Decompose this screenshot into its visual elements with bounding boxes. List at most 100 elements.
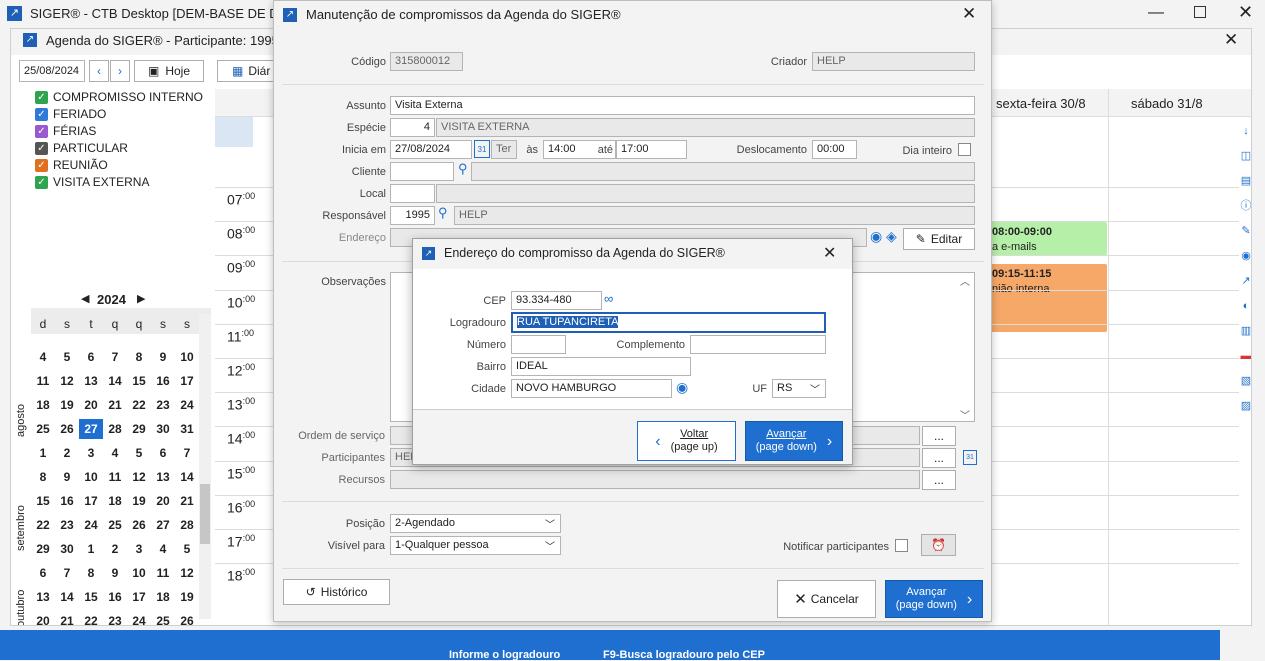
editar-button[interactable]: ✎ Editar <box>903 228 975 250</box>
cep-input[interactable]: 93.334-480 <box>511 291 602 310</box>
category-item[interactable]: ✓ FÉRIAS <box>35 124 203 141</box>
day-view-button[interactable]: ▦ Diár <box>217 60 277 82</box>
calendar-day[interactable]: 22 <box>127 395 151 415</box>
calendar-day[interactable]: 8 <box>127 347 151 367</box>
calendar-day[interactable]: 28 <box>175 515 199 535</box>
calendar-day[interactable]: 30 <box>55 539 79 559</box>
local-input[interactable] <box>390 184 435 203</box>
calendar-event[interactable]: 09:15-11:15nião interna <box>986 264 1107 332</box>
calendar-day[interactable]: 6 <box>31 563 55 583</box>
participantes-calendar-icon[interactable]: 31 <box>963 450 977 465</box>
category-item[interactable]: ✓ VISITA EXTERNA <box>35 175 203 192</box>
checkbox-checked-icon[interactable]: ✓ <box>35 125 48 139</box>
calendar-day[interactable]: 11 <box>151 563 175 583</box>
calendar-day[interactable]: 8 <box>31 467 55 487</box>
calendar-day[interactable]: 14 <box>55 587 79 607</box>
calendar-day[interactable]: 24 <box>127 611 151 625</box>
calendar-event[interactable]: 08:00-09:00 a e-mails <box>986 222 1107 256</box>
calendar-day[interactable]: 10 <box>127 563 151 583</box>
calendar-day[interactable]: 11 <box>103 467 127 487</box>
year-prev-icon[interactable]: ◀ <box>81 292 89 305</box>
cidade-input[interactable]: NOVO HAMBURGO <box>511 379 672 398</box>
calendar-day[interactable]: 25 <box>31 419 55 439</box>
calendar-day[interactable]: 19 <box>55 395 79 415</box>
today-button[interactable]: ▣ Hoje <box>134 60 204 82</box>
calendar-day[interactable]: 23 <box>151 395 175 415</box>
tool-icon[interactable]: ⓘ <box>1239 194 1252 219</box>
calendar-day[interactable]: 4 <box>151 539 175 559</box>
posicao-select[interactable]: 2-Agendado ﹀ <box>390 514 561 533</box>
calendar-day[interactable]: 28 <box>103 419 127 439</box>
calendar-day[interactable]: 4 <box>103 443 127 463</box>
responsavel-search-icon[interactable]: ⚲ <box>438 205 448 221</box>
avancar-button[interactable]: Avançar (page down) › <box>885 580 983 618</box>
checkbox-checked-icon[interactable]: ✓ <box>35 91 48 105</box>
tool-icon[interactable]: ↗ <box>1239 269 1251 294</box>
calendar-day[interactable]: 21 <box>55 611 79 625</box>
complemento-input[interactable] <box>690 335 826 354</box>
calendar-day[interactable]: 7 <box>55 563 79 583</box>
calendar-day[interactable]: 30 <box>151 419 175 439</box>
calendar-day[interactable]: 3 <box>127 539 151 559</box>
tool-icon[interactable]: ↓ <box>1239 119 1251 144</box>
calendar-day[interactable]: 9 <box>151 347 175 367</box>
calendar-day[interactable]: 18 <box>31 395 55 415</box>
calendar-day[interactable]: 16 <box>151 371 175 391</box>
close-icon[interactable]: ✕ <box>1238 2 1253 23</box>
assunto-input[interactable]: Visita Externa <box>390 96 975 115</box>
checkbox-checked-icon[interactable]: ✓ <box>35 142 48 156</box>
calendar-day[interactable]: 2 <box>103 539 127 559</box>
calendar-day[interactable]: 24 <box>79 515 103 535</box>
cliente-search-icon[interactable]: ⚲ <box>458 161 468 177</box>
calendar-day[interactable]: 9 <box>55 467 79 487</box>
calendar-day[interactable]: 20 <box>79 395 103 415</box>
checkbox-checked-icon[interactable]: ✓ <box>35 108 48 122</box>
participantes-lookup-button[interactable]: ... <box>922 448 956 468</box>
dia-inteiro-checkbox[interactable] <box>958 143 971 156</box>
recursos-lookup-button[interactable]: ... <box>922 470 956 490</box>
calendar-day[interactable]: 17 <box>175 371 199 391</box>
agenda-close-icon[interactable]: ✕ <box>1224 30 1238 50</box>
hora-fim-input[interactable]: 17:00 <box>616 140 687 159</box>
calendar-day[interactable]: 10 <box>175 347 199 367</box>
ordem-lookup-button[interactable]: ... <box>922 426 956 446</box>
calendar-day[interactable]: 4 <box>31 347 55 367</box>
calendar-day[interactable]: 5 <box>55 347 79 367</box>
calendar-day[interactable]: 2 <box>55 443 79 463</box>
calendar-day[interactable]: 29 <box>127 419 151 439</box>
tool-icon[interactable]: ▬ <box>1239 344 1252 369</box>
calendar-day[interactable]: 17 <box>127 587 151 607</box>
calendar-day[interactable]: 31 <box>175 419 199 439</box>
visivel-select[interactable]: 1-Qualquer pessoa ﹀ <box>390 536 561 555</box>
category-item[interactable]: ✓ FERIADO <box>35 107 203 124</box>
mini-calendar-scrollbar[interactable] <box>199 314 211 619</box>
calendar-day[interactable]: 19 <box>175 587 199 607</box>
calendar-day[interactable]: 1 <box>31 443 55 463</box>
maintenance-close-icon[interactable]: ✕ <box>962 4 976 24</box>
bairro-input[interactable]: IDEAL <box>511 357 691 376</box>
tool-icon[interactable]: ▧ <box>1239 369 1251 394</box>
minimize-icon[interactable]: — <box>1148 4 1164 22</box>
category-item[interactable]: ✓ PARTICULAR <box>35 141 203 158</box>
directions-icon[interactable]: ◈ <box>886 228 897 245</box>
calendar-day[interactable]: 9 <box>103 563 127 583</box>
calendar-day[interactable]: 15 <box>127 371 151 391</box>
scroll-thumb[interactable] <box>200 484 210 544</box>
calendar-day[interactable]: 5 <box>127 443 151 463</box>
tool-icon[interactable]: ✎ <box>1239 219 1251 244</box>
calendar-day[interactable]: 15 <box>31 491 55 511</box>
calendar-day[interactable]: 23 <box>55 515 79 535</box>
year-next-icon[interactable]: ▶ <box>137 292 145 305</box>
calendar-day[interactable]: 5 <box>175 539 199 559</box>
calendar-day[interactable]: 27 <box>79 419 103 439</box>
tool-icon[interactable]: ▨ <box>1239 394 1251 419</box>
textarea-scroll-down[interactable]: ﹀ <box>960 407 970 422</box>
calendar-day[interactable]: 12 <box>175 563 199 583</box>
calendar-day[interactable]: 13 <box>151 467 175 487</box>
calendar-day[interactable]: 13 <box>31 587 55 607</box>
tool-icon[interactable]: ▥ <box>1239 319 1251 344</box>
tool-icon[interactable]: ◫ <box>1239 144 1251 169</box>
calendar-day[interactable]: 29 <box>31 539 55 559</box>
calendar-day[interactable]: 22 <box>79 611 103 625</box>
calendar-day[interactable]: 26 <box>175 611 199 625</box>
